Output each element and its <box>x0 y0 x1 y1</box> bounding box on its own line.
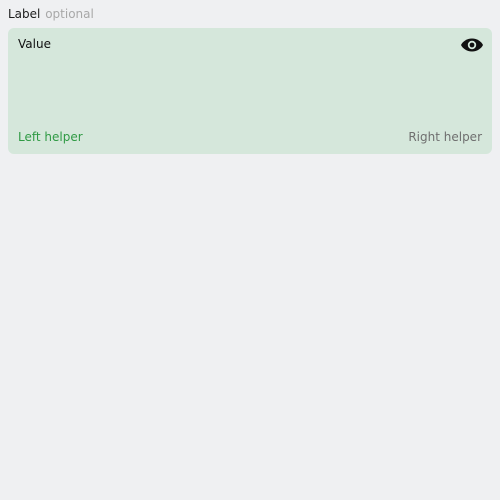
text-area-field[interactable]: Value Left helper Right helper <box>8 28 492 154</box>
text-area-component: Label optional Value Left helper Right h… <box>8 6 492 154</box>
field-label: Label optional <box>8 6 492 22</box>
field-label-text: Label <box>8 7 41 21</box>
helper-text-right: Right helper <box>408 130 482 144</box>
field-value[interactable]: Value <box>18 36 51 52</box>
optional-indicator: optional <box>45 7 94 21</box>
eye-icon[interactable] <box>460 37 484 53</box>
helper-text-left: Left helper <box>18 130 83 144</box>
